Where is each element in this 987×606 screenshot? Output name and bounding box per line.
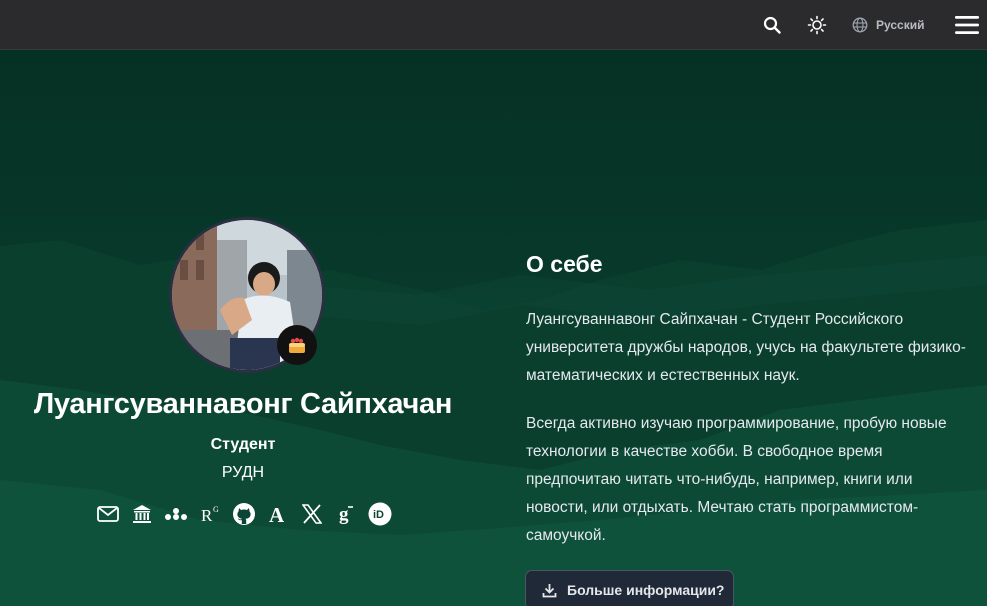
x-twitter-link[interactable] <box>299 501 325 527</box>
network-icon <box>165 508 187 520</box>
about-paragraph-2: Всегда активно изучаю программирование, … <box>526 415 947 544</box>
envelope-icon <box>97 506 119 522</box>
github-icon <box>233 503 255 525</box>
academia-glyph: A <box>269 503 285 525</box>
status-badge <box>277 325 317 365</box>
profile-name: Луангсуваннавонг Сайпхачан <box>33 388 453 420</box>
hero-section: Луангсуваннавонг Сайпхачан Студент РУДН <box>0 50 987 606</box>
language-selector[interactable]: Русский <box>852 0 932 49</box>
profile-organization: РУДН <box>221 464 265 481</box>
more-info-button[interactable]: Больше информации? <box>525 570 734 606</box>
cake-emoji <box>289 337 305 353</box>
globe-icon <box>852 17 868 32</box>
avatar-container <box>169 217 325 373</box>
social-links: R G A g iD <box>95 500 393 528</box>
google-scholar-link[interactable]: g <box>333 501 359 527</box>
top-navbar: Русский <box>0 0 987 50</box>
theme-toggle-button[interactable] <box>803 0 831 49</box>
network-link[interactable] <box>163 501 189 527</box>
google-scholar-glyph: g <box>339 504 349 525</box>
search-button[interactable] <box>758 0 786 49</box>
google-scholar-icon: g <box>339 504 353 525</box>
about-title: О себе <box>526 251 603 277</box>
menu-button[interactable] <box>953 0 981 49</box>
academia-link[interactable]: A <box>265 501 291 527</box>
language-label: Русский <box>876 17 925 32</box>
search-icon <box>763 16 781 34</box>
more-info-label: Больше информации? <box>567 582 725 598</box>
github-link[interactable] <box>231 501 257 527</box>
institution-icon <box>133 505 151 523</box>
profile-role: Студент <box>210 436 276 453</box>
researchgate-icon: R G <box>201 505 219 525</box>
researchgate-link[interactable]: R G <box>197 501 223 527</box>
hamburger-menu-icon <box>955 15 979 34</box>
researchgate-glyph: R <box>201 506 213 525</box>
svg-text:G: G <box>213 505 219 514</box>
sun-icon <box>807 15 827 34</box>
x-twitter-icon <box>302 504 322 524</box>
academia-icon: A <box>269 503 285 525</box>
download-icon <box>542 583 557 597</box>
email-link[interactable] <box>95 501 121 527</box>
about-paragraph-1: Луангсуваннавонг Сайпхачан - Студент Рос… <box>526 311 966 384</box>
orcid-glyph: iD <box>373 509 384 521</box>
institution-link[interactable] <box>129 501 155 527</box>
orcid-link[interactable]: iD <box>367 501 393 527</box>
orcid-icon: iD <box>368 502 392 526</box>
